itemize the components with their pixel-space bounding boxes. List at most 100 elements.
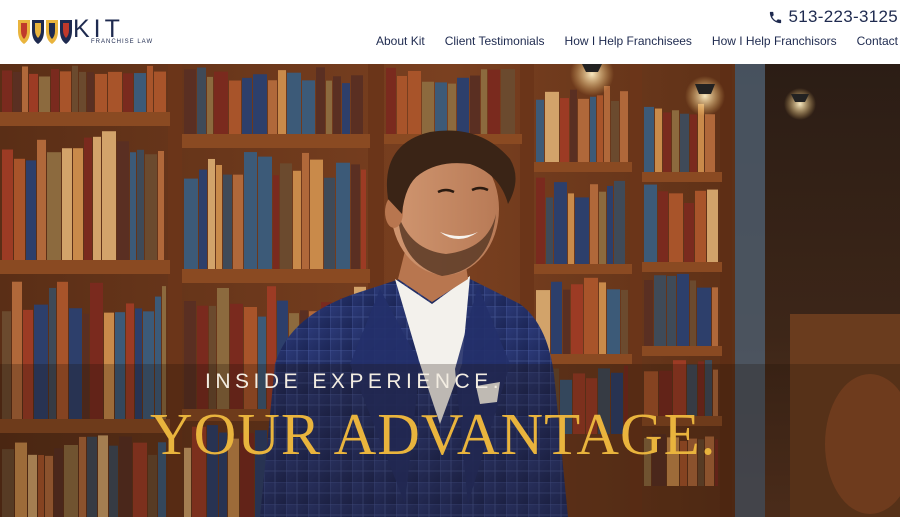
book-spine xyxy=(208,158,215,269)
book-spine xyxy=(614,180,625,264)
book-spine xyxy=(554,182,567,264)
book-spine xyxy=(145,154,157,260)
book-spine xyxy=(672,110,679,172)
book-spine xyxy=(408,70,421,134)
book-spine xyxy=(324,177,335,269)
book-spine xyxy=(669,193,683,262)
book-spine xyxy=(536,99,544,162)
book-spine xyxy=(184,178,198,269)
book-spine xyxy=(620,91,628,162)
book-spine xyxy=(62,148,72,260)
book-spine xyxy=(287,72,301,134)
book-spine xyxy=(223,174,232,269)
book-spine xyxy=(707,189,718,262)
book-spine xyxy=(590,96,596,162)
book-spine xyxy=(137,149,144,260)
book-spine xyxy=(695,190,706,262)
book-spine xyxy=(130,152,136,260)
book-spine xyxy=(501,69,515,134)
book-spine xyxy=(684,203,694,262)
nav-help-franchisees[interactable]: How I Help Franchisees xyxy=(565,34,692,48)
book-spine xyxy=(316,67,325,134)
book-spine xyxy=(273,175,279,269)
book-spine xyxy=(551,281,562,354)
book-spine xyxy=(278,70,286,134)
phone-link[interactable]: 513-223-3125 xyxy=(768,7,900,27)
book-spine xyxy=(422,81,434,134)
book-spine xyxy=(302,152,309,269)
nav-help-franchisors[interactable]: How I Help Franchisors xyxy=(712,34,837,48)
book-spine xyxy=(644,280,653,346)
book-spine xyxy=(117,141,129,260)
book-spine xyxy=(37,139,46,260)
book-spine xyxy=(599,191,606,264)
book-spine xyxy=(604,85,610,162)
book-spine xyxy=(258,156,272,269)
book-spine xyxy=(655,108,662,172)
book-spine xyxy=(93,136,101,260)
book-spine xyxy=(351,164,360,269)
book-spine xyxy=(690,114,697,172)
book-spine xyxy=(571,284,583,354)
book-spine xyxy=(310,159,323,269)
book-spine xyxy=(336,162,350,269)
book-spine xyxy=(199,169,207,269)
book-spine xyxy=(302,80,315,134)
book-spine xyxy=(13,71,21,112)
book-spine xyxy=(293,170,301,269)
book-spine xyxy=(233,174,243,269)
book-spine xyxy=(705,114,715,172)
book-spine xyxy=(536,177,545,264)
book-spine xyxy=(570,89,577,162)
book-spine xyxy=(87,72,94,112)
book-spine xyxy=(197,67,206,134)
book-spine xyxy=(60,71,71,112)
book-spine xyxy=(697,287,711,346)
book-spine xyxy=(342,83,350,134)
book-spine xyxy=(123,73,133,112)
book-spine xyxy=(546,197,553,264)
book-spine xyxy=(361,169,366,269)
book-spine xyxy=(621,289,628,354)
hero-headline-secondary: YOUR ADVANTAGE. xyxy=(150,401,717,467)
nav-about-kit[interactable]: About Kit xyxy=(376,34,425,48)
book-spine xyxy=(253,74,267,134)
book-spine xyxy=(578,98,589,162)
book-spine xyxy=(690,280,696,346)
book-spine xyxy=(658,191,668,262)
nav-contact[interactable]: Contact xyxy=(857,34,898,48)
book-spine xyxy=(712,287,718,346)
phone-icon xyxy=(769,11,781,23)
main-nav: About Kit Client Testimonials How I Help… xyxy=(376,34,900,48)
book-spine xyxy=(644,184,657,262)
hero-banner: INSIDE EXPERIENCE. YOUR ADVANTAGE. xyxy=(0,64,900,517)
book-spine xyxy=(448,83,456,134)
book-spine xyxy=(79,71,86,112)
book-spine xyxy=(158,150,164,260)
book-spine xyxy=(73,148,83,260)
book-spine xyxy=(667,275,676,346)
book-spine xyxy=(51,69,59,112)
logo-shields-icon xyxy=(18,20,72,44)
book-spine xyxy=(95,73,107,112)
book-spine xyxy=(280,163,292,269)
logo[interactable]: KIT FRANCHISE LAW xyxy=(17,15,152,47)
book-spine xyxy=(47,152,61,260)
book-spine xyxy=(563,289,570,354)
book-spine xyxy=(677,273,689,346)
book-spine xyxy=(22,66,28,112)
book-spine xyxy=(108,71,122,112)
book-spine xyxy=(599,282,606,354)
book-spine xyxy=(242,77,252,134)
nav-client-testimonials[interactable]: Client Testimonials xyxy=(445,34,545,48)
book-spine xyxy=(435,82,447,134)
book-spine xyxy=(545,91,559,162)
book-spine xyxy=(680,113,689,172)
book-spine xyxy=(597,95,603,162)
book-spine xyxy=(584,277,598,354)
book-spine xyxy=(29,73,38,112)
book-spine xyxy=(568,193,574,264)
book-spine xyxy=(607,185,613,264)
book-spine xyxy=(470,75,480,134)
book-spine xyxy=(207,76,213,134)
